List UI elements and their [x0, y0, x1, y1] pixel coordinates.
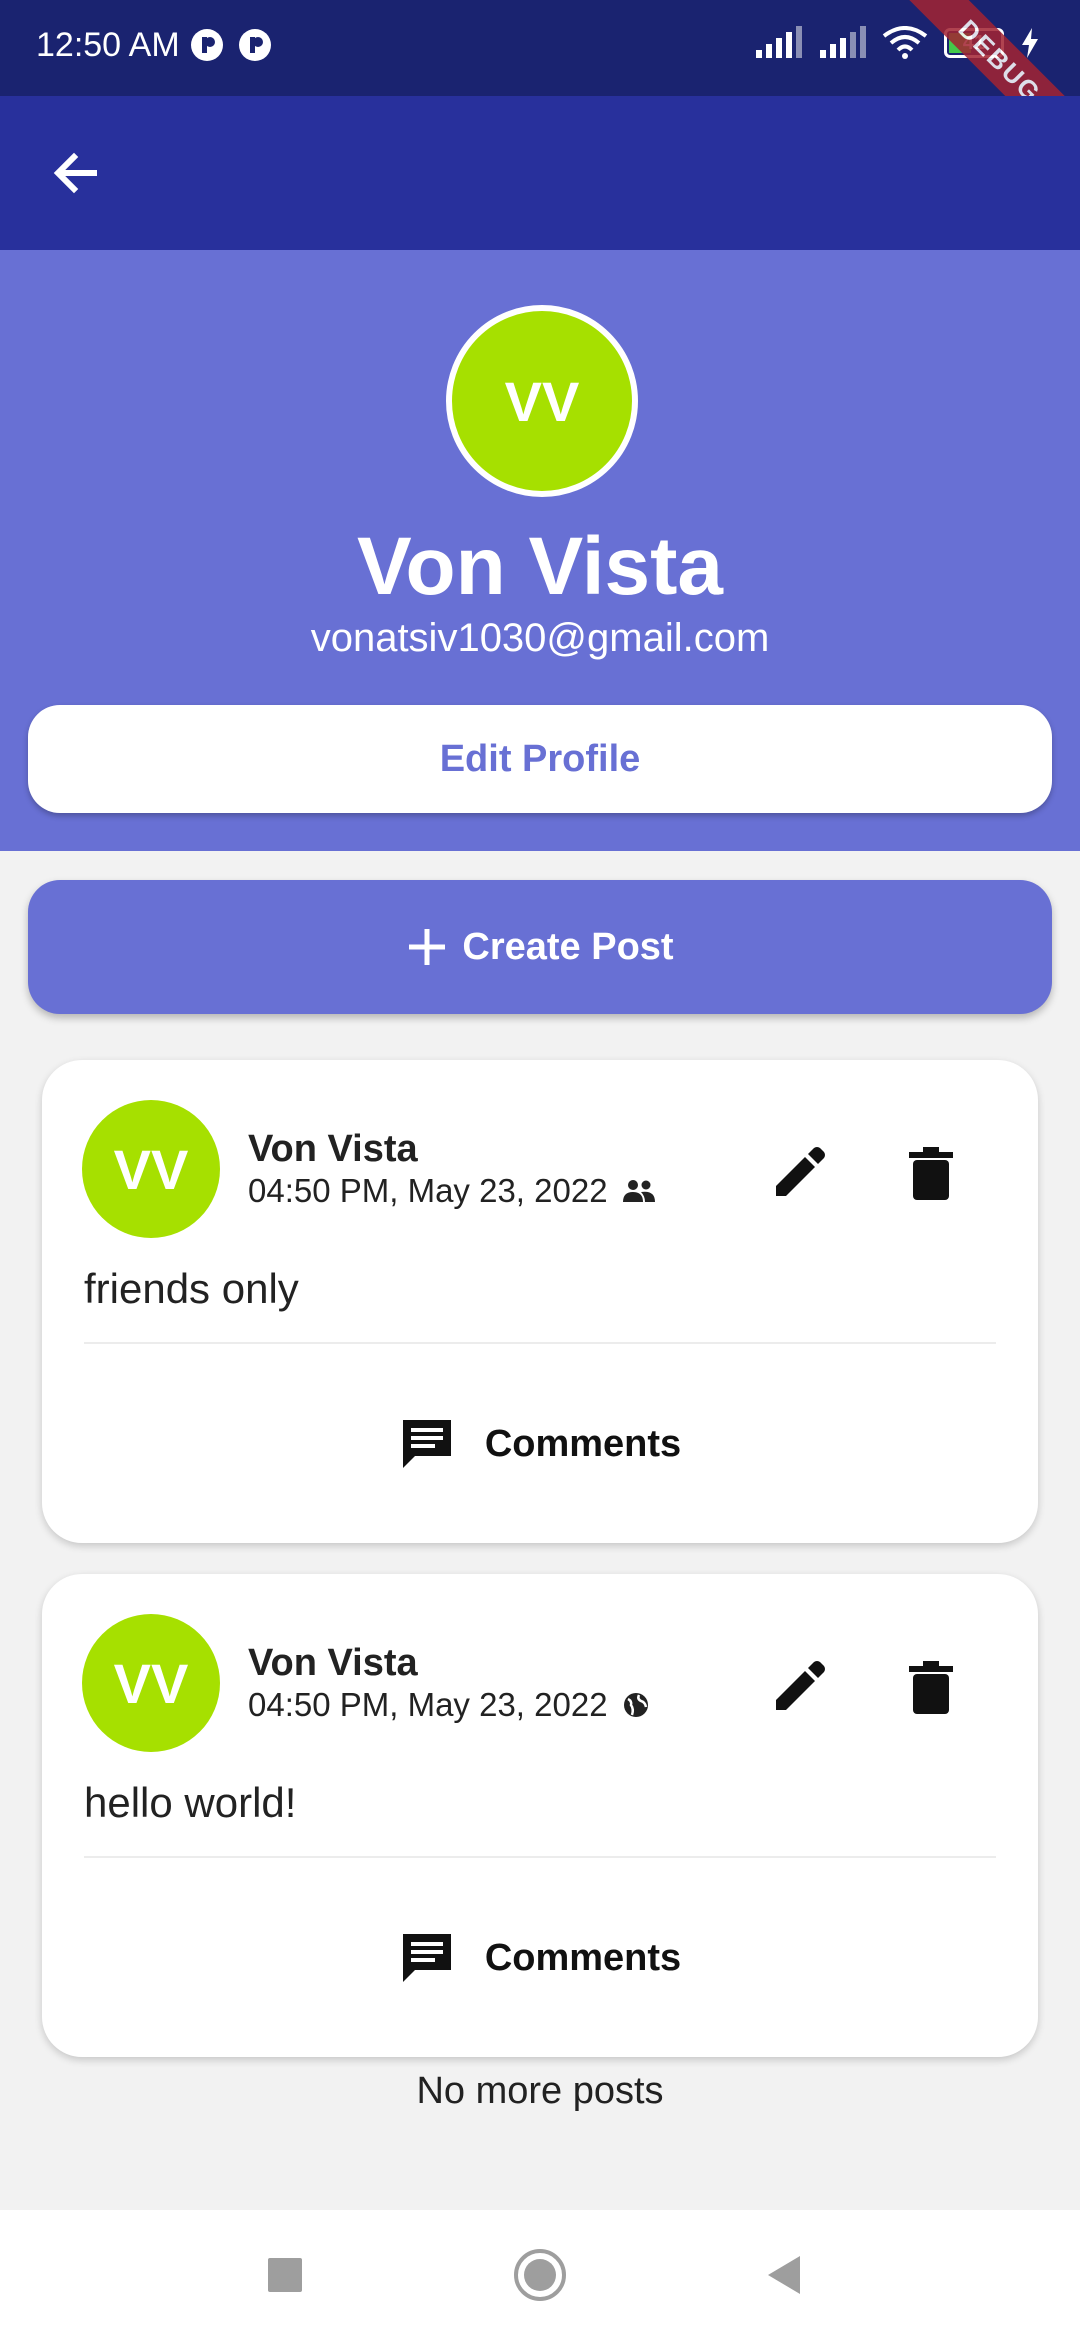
- status-time: 12:50 AM: [36, 26, 180, 64]
- post-timestamp: 04:50 PM, May 23, 2022: [248, 1686, 608, 1723]
- delete-post-icon[interactable]: [902, 1144, 960, 1202]
- app-bar: [0, 96, 1080, 250]
- profile-header: VV Von Vista vonatsiv1030@gmail.com Edit…: [0, 250, 1080, 851]
- edit-post-icon[interactable]: [770, 1658, 828, 1716]
- create-post-button[interactable]: Create Post: [28, 880, 1052, 1014]
- app-notification-icon: [239, 29, 271, 61]
- no-more-posts-text: No more posts: [416, 2070, 664, 2112]
- plus-icon: [409, 929, 446, 965]
- post-card: VV Von Vista 04:50 PM, May 23, 2022 hell…: [42, 1574, 1038, 2057]
- post-author: Von Vista: [248, 1642, 418, 1684]
- comment-icon: [402, 1934, 451, 1982]
- status-bar: 12:50 AM 41 DEBUG: [0, 0, 1080, 175]
- wifi-icon: [882, 26, 928, 59]
- delete-post-icon[interactable]: [902, 1658, 960, 1716]
- back-arrow-icon[interactable]: [46, 143, 106, 203]
- comment-icon: [402, 1420, 451, 1468]
- post-card: VV Von Vista 04:50 PM, May 23, 2022 frie…: [42, 1060, 1038, 1543]
- back-triangle-icon[interactable]: [760, 2250, 810, 2300]
- system-nav-bar: [0, 2210, 1080, 2340]
- status-app-icons: [190, 28, 272, 62]
- signal-icon: [820, 26, 866, 58]
- profile-name: Von Vista: [356, 521, 724, 612]
- profile-email: vonatsiv1030@gmail.com: [310, 616, 770, 660]
- comments-label: Comments: [484, 1936, 682, 1979]
- post-timestamp: 04:50 PM, May 23, 2022: [248, 1172, 608, 1209]
- post-avatar: VV: [82, 1614, 220, 1752]
- post-divider: [84, 1342, 996, 1344]
- comments-button[interactable]: Comments: [42, 1404, 1038, 1484]
- recents-square-icon[interactable]: [260, 2250, 310, 2300]
- friends-icon: [622, 1180, 655, 1202]
- post-avatar: VV: [82, 1100, 220, 1238]
- profile-avatar: VV: [446, 305, 638, 497]
- post-meta: 04:50 PM, May 23, 2022: [248, 1686, 650, 1724]
- home-circle-icon[interactable]: [512, 2247, 568, 2303]
- comments-label: Comments: [484, 1422, 682, 1465]
- signal-icon: [756, 26, 802, 58]
- comments-button[interactable]: Comments: [42, 1918, 1038, 1998]
- edit-post-icon[interactable]: [770, 1144, 828, 1202]
- app-notification-icon: [191, 29, 223, 61]
- post-text: hello world!: [84, 1779, 297, 1826]
- post-author: Von Vista: [248, 1128, 418, 1170]
- post-text: friends only: [84, 1265, 299, 1312]
- globe-icon: [623, 1693, 648, 1717]
- post-meta: 04:50 PM, May 23, 2022: [248, 1172, 656, 1210]
- post-divider: [84, 1856, 996, 1858]
- create-post-label: Create Post: [462, 925, 674, 968]
- edit-profile-button[interactable]: Edit Profile: [28, 705, 1052, 813]
